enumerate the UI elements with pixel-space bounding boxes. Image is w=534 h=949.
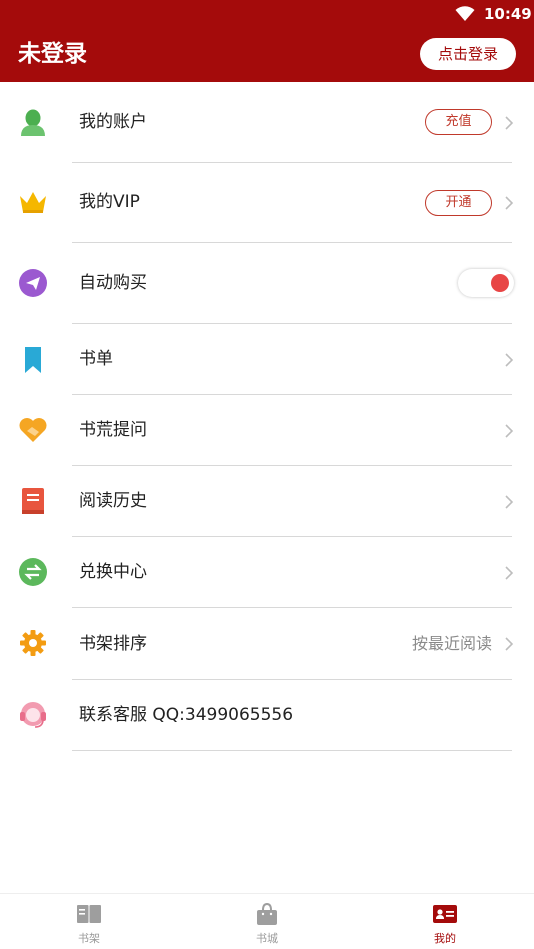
recharge-button[interactable]: 充值 — [425, 109, 492, 135]
menu-label: 自动购买 — [79, 273, 147, 293]
bookshelf-icon — [77, 905, 101, 923]
bookmark-icon — [25, 347, 41, 373]
profile-card-icon — [433, 905, 457, 923]
chevron-right-icon — [505, 566, 514, 580]
bottom-tab-bar: 书架 书城 我的 — [0, 893, 534, 949]
menu-item-exchange[interactable]: 兑换中心 — [0, 537, 534, 608]
menu-item-account[interactable]: 我的账户 充值 — [0, 82, 534, 163]
chevron-right-icon — [505, 637, 514, 651]
tab-bookshelf[interactable]: 书架 — [0, 894, 178, 949]
menu-label: 联系客服 QQ:3499065556 — [79, 705, 294, 725]
chevron-right-icon — [505, 424, 514, 438]
menu-item-shelf-sort[interactable]: 书架排序 按最近阅读 — [0, 608, 534, 680]
tab-mine[interactable]: 我的 — [356, 894, 534, 949]
crown-icon — [20, 192, 46, 213]
page-title: 未登录 — [18, 41, 87, 67]
tab-label: 书城 — [256, 932, 278, 945]
menu-list: 我的账户 充值 我的VIP 开通 自动购买 书单 书荒提问 阅读历史 兑换中心 … — [0, 82, 534, 751]
menu-item-vip[interactable]: 我的VIP 开通 — [0, 163, 534, 243]
menu-label: 兑换中心 — [79, 562, 147, 582]
menu-item-history[interactable]: 阅读历史 — [0, 466, 534, 537]
gear-icon — [20, 630, 46, 656]
menu-item-book-request[interactable]: 书荒提问 — [0, 395, 534, 466]
toggle-knob — [491, 274, 509, 292]
tab-label: 我的 — [434, 932, 456, 945]
divider — [72, 750, 512, 751]
menu-label: 阅读历史 — [79, 491, 147, 511]
shopping-bag-icon — [257, 902, 277, 925]
chevron-right-icon — [505, 353, 514, 367]
paper-plane-icon — [19, 269, 47, 297]
menu-label: 书荒提问 — [79, 420, 147, 440]
status-bar: 10:49 — [0, 0, 534, 28]
menu-label: 书单 — [79, 349, 113, 369]
chevron-right-icon — [505, 196, 514, 210]
activate-vip-button[interactable]: 开通 — [425, 190, 492, 216]
menu-item-auto-buy: 自动购买 — [0, 243, 534, 324]
chevron-right-icon — [505, 495, 514, 509]
menu-label: 我的VIP — [79, 192, 140, 212]
auto-buy-toggle[interactable] — [458, 269, 514, 297]
wifi-icon — [455, 6, 475, 21]
menu-label: 我的账户 — [79, 112, 147, 132]
menu-item-customer-service[interactable]: 联系客服 QQ:3499065556 — [0, 680, 534, 751]
login-button[interactable]: 点击登录 — [420, 38, 516, 70]
menu-item-booklist[interactable]: 书单 — [0, 324, 534, 395]
app-header: 未登录 点击登录 — [0, 28, 534, 82]
user-icon — [21, 109, 45, 136]
menu-label: 书架排序 — [79, 634, 147, 654]
status-time: 10:49 — [484, 5, 532, 23]
tab-label: 书架 — [78, 932, 100, 945]
tab-bookstore[interactable]: 书城 — [178, 894, 356, 949]
chevron-right-icon — [505, 116, 514, 130]
book-icon — [22, 488, 44, 514]
handshake-heart-icon — [19, 418, 47, 442]
headset-icon — [20, 702, 46, 728]
sort-value: 按最近阅读 — [411, 634, 492, 653]
exchange-icon — [19, 558, 47, 586]
